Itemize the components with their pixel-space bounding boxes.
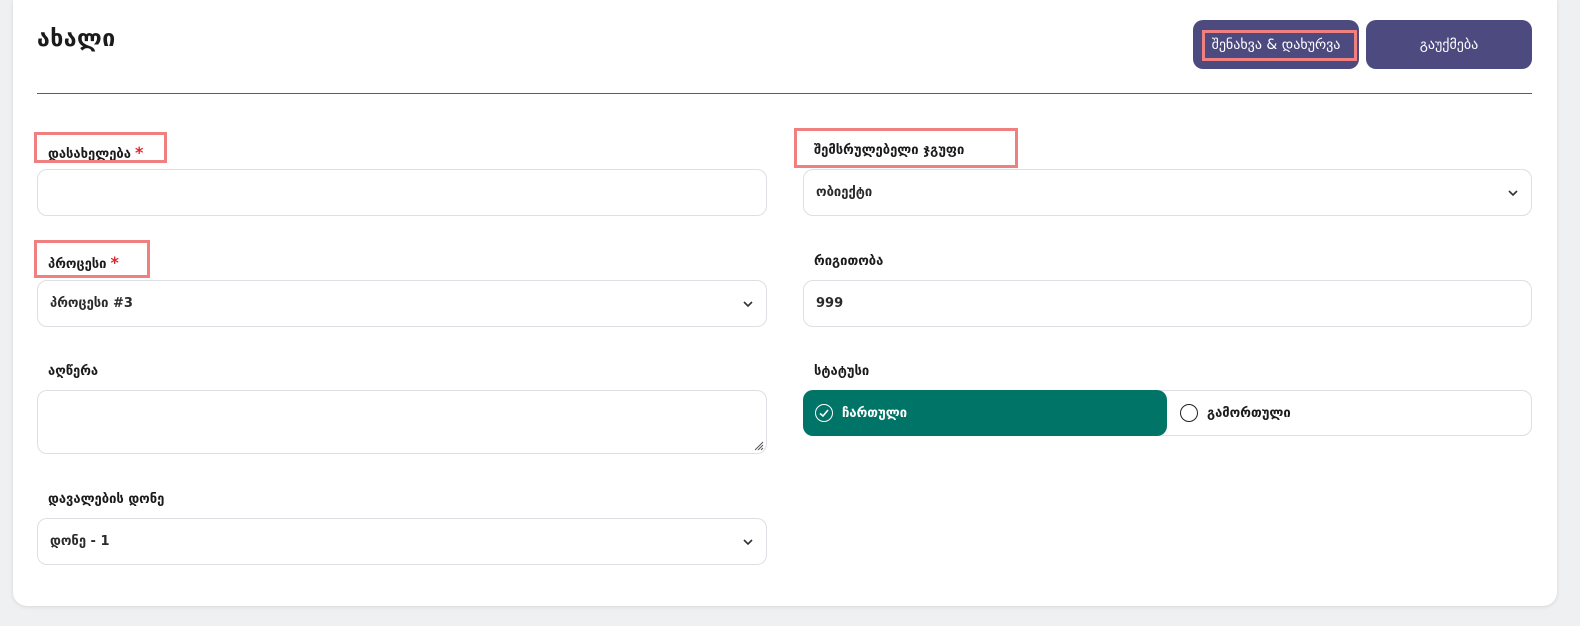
- status-on-option[interactable]: ჩართული: [803, 390, 1167, 436]
- chevron-down-icon: [743, 300, 753, 307]
- description-label: აღწერა: [48, 364, 99, 379]
- page-title: ახალი: [37, 26, 116, 52]
- status-label: სტატუსი: [814, 364, 870, 379]
- name-input[interactable]: [37, 169, 767, 216]
- status-off-label: გამორთული: [1207, 405, 1291, 421]
- task-level-select-value: დონე - 1: [50, 534, 110, 549]
- chevron-down-icon: [1508, 189, 1518, 196]
- status-on-label: ჩართული: [842, 405, 908, 421]
- order-input[interactable]: [803, 280, 1532, 327]
- group-select[interactable]: ობიექტი: [803, 169, 1532, 216]
- status-toggle: ჩართული გამორთული: [803, 390, 1532, 436]
- name-label-text: დასახელება: [48, 147, 131, 162]
- process-label: პროცესი *: [48, 253, 119, 272]
- check-circle-icon: [815, 404, 833, 422]
- description-textarea[interactable]: [37, 390, 767, 454]
- radio-empty-icon: [1180, 404, 1198, 422]
- cancel-button[interactable]: გაუქმება: [1366, 20, 1532, 69]
- required-mark: *: [110, 253, 119, 272]
- group-label: შემსრულებელი ჯგუფი: [814, 143, 965, 158]
- chevron-down-icon: [743, 538, 753, 545]
- save-close-button[interactable]: შენახვა & დახურვა: [1193, 20, 1359, 69]
- task-level-select[interactable]: დონე - 1: [37, 518, 767, 565]
- header-divider: [37, 93, 1532, 94]
- required-mark: *: [134, 143, 144, 162]
- status-off-option[interactable]: გამორთული: [1180, 390, 1291, 436]
- process-select[interactable]: პროცესი #3: [37, 280, 767, 327]
- order-label: რიგითობა: [814, 254, 884, 269]
- task-level-label: დავალების დონე: [48, 492, 165, 507]
- process-select-value: პროცესი #3: [50, 296, 133, 311]
- group-select-value: ობიექტი: [816, 185, 873, 200]
- description-wrap: [37, 390, 767, 454]
- name-label: დასახელება *: [48, 143, 143, 162]
- resize-grip-icon[interactable]: [754, 441, 764, 451]
- process-label-text: პროცესი: [48, 257, 107, 272]
